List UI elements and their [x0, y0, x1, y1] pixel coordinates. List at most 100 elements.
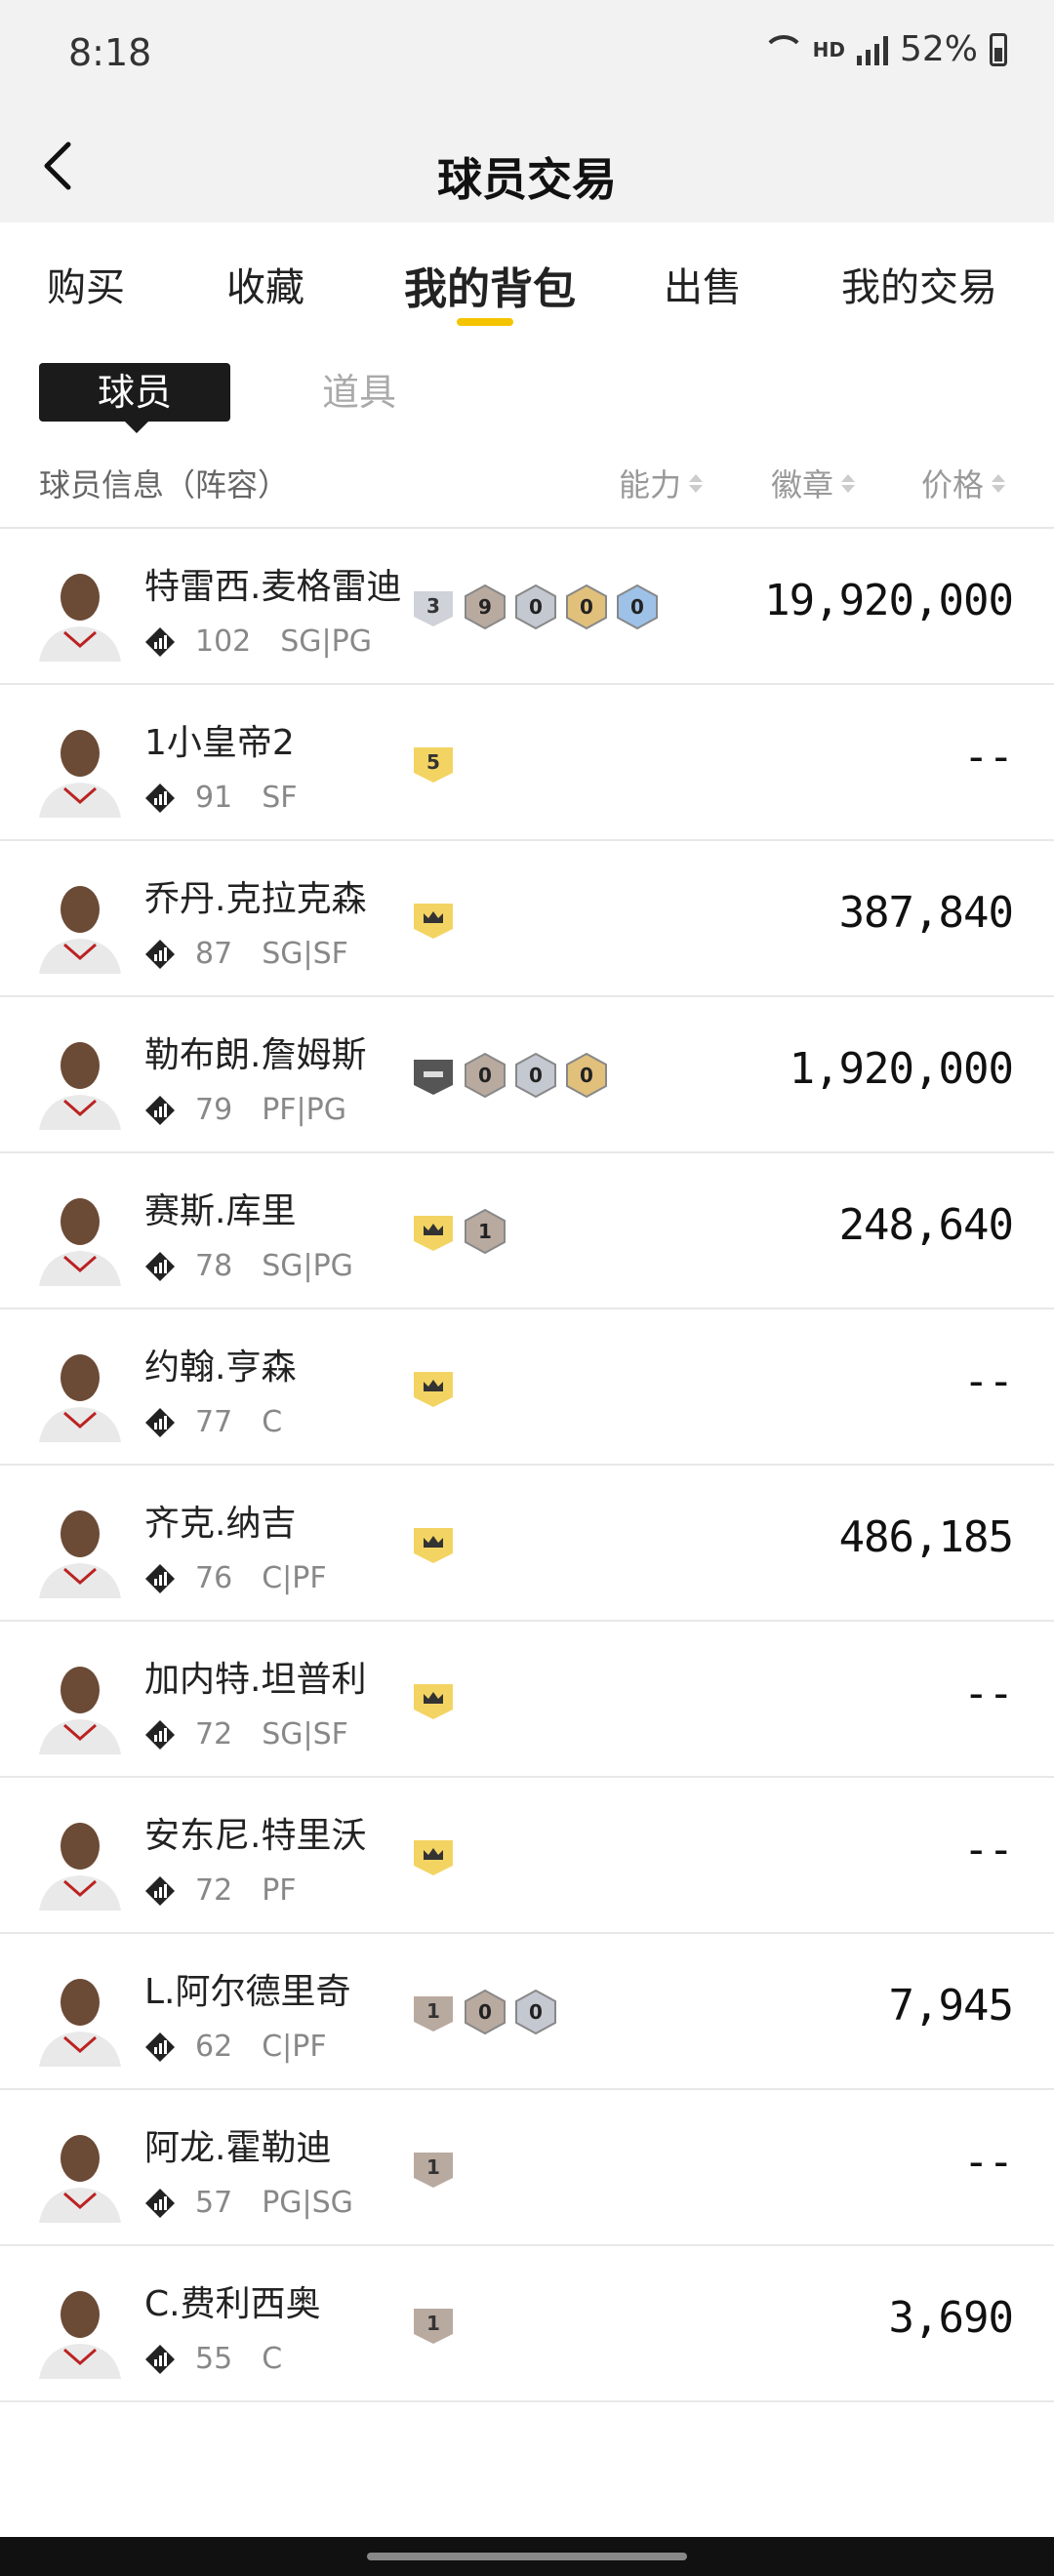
player-rating: 55 [195, 2342, 233, 2376]
player-position: PF [262, 1873, 297, 1908]
player-row[interactable]: 1小皇帝2 91 SF 5 -- [0, 685, 1054, 841]
badge-count-icon: 0 [463, 1989, 507, 2035]
player-row[interactable]: 赛斯.库里 78 SG|PG 1 248,640 [0, 1153, 1054, 1309]
tier-badge-icon: 1 [410, 2145, 457, 2192]
crown-badge-icon [410, 1676, 457, 1723]
crown-badge-icon [410, 1832, 457, 1879]
segment-players[interactable]: 球员 [39, 363, 230, 433]
player-row[interactable]: 齐克.纳吉 76 C|PF 486,185 [0, 1466, 1054, 1622]
sort-ability[interactable]: 能力 [619, 461, 704, 505]
player-row[interactable]: 特雷西.麦格雷迪 102 SG|PG 3 9 0 0 0 19,920,000 [0, 529, 1054, 685]
player-row[interactable]: L.阿尔德里奇 62 C|PF 1 0 0 7,945 [0, 1934, 1054, 2090]
player-position: PG|SG [262, 2186, 353, 2220]
sort-price[interactable]: 价格 [921, 461, 1006, 505]
player-row[interactable]: 约翰.亨森 77 C -- [0, 1309, 1054, 1466]
badge-count-icon: 0 [564, 1052, 609, 1099]
tier-diamond-icon [144, 1875, 176, 1907]
badge-group: 0 0 0 [410, 1052, 609, 1099]
player-meta: 57 PG|SG [144, 2186, 353, 2220]
player-position: SG|PG [262, 1249, 353, 1283]
player-price: 19,920,000 [764, 576, 1014, 625]
badge-count: 0 [478, 1064, 492, 1087]
badge-count-icon: 0 [564, 584, 609, 630]
player-meta: 72 PF [144, 1873, 297, 1908]
player-name: 约翰.亨森 [144, 1348, 297, 1388]
player-meta: 79 PF|PG [144, 1093, 346, 1127]
player-name: C.费利西奥 [144, 2284, 321, 2324]
nav-bar: 球员交易 [0, 107, 1054, 222]
player-meta: 102 SG|PG [144, 624, 372, 659]
badge-count: 0 [580, 595, 593, 619]
tab-my-bag[interactable]: 我的背包 [404, 254, 576, 316]
header-badge: 徽章 [771, 466, 834, 503]
tab-buy[interactable]: 购买 [47, 256, 125, 312]
player-avatar [35, 720, 125, 818]
tier-diamond-icon [144, 626, 176, 658]
wifi-icon [761, 34, 805, 64]
player-price: -- [963, 1669, 1014, 1718]
player-meta: 62 C|PF [144, 2030, 327, 2064]
tab-sell[interactable]: 出售 [664, 256, 742, 312]
page-title: 球员交易 [437, 153, 617, 206]
player-row[interactable]: 安东尼.特里沃 72 PF -- [0, 1778, 1054, 1934]
player-price: -- [963, 1825, 1014, 1874]
player-row[interactable]: C.费利西奥 55 C 1 3,690 [0, 2246, 1054, 2402]
player-price: 387,840 [838, 888, 1014, 938]
svg-text:1: 1 [426, 2312, 440, 2335]
player-meta: 91 SF [144, 781, 298, 815]
player-meta: 55 C [144, 2342, 282, 2376]
player-price: -- [963, 732, 1014, 782]
tier-diamond-icon [144, 1407, 176, 1438]
badge-group [410, 1832, 457, 1879]
header-info: 球员信息（阵容） [39, 466, 290, 503]
svg-text:3: 3 [426, 594, 440, 618]
player-row[interactable]: 加内特.坦普利 72 SG|SF -- [0, 1622, 1054, 1778]
home-indicator [0, 2537, 1054, 2576]
badge-count-icon: 0 [513, 1052, 558, 1099]
player-name: 阿龙.霍勒迪 [144, 2128, 332, 2168]
player-avatar [35, 1969, 125, 2067]
player-avatar [35, 1032, 125, 1130]
player-name: 特雷西.麦格雷迪 [144, 567, 402, 607]
player-position: SF [262, 781, 298, 815]
tier-diamond-icon [144, 2344, 176, 2375]
badge-group [410, 1364, 457, 1411]
player-position: C|PF [262, 2030, 327, 2064]
active-tab-indicator [457, 318, 513, 326]
tab-favorites[interactable]: 收藏 [226, 256, 304, 312]
player-price: 1,920,000 [789, 1044, 1014, 1094]
player-row[interactable]: 阿龙.霍勒迪 57 PG|SG 1 -- [0, 2090, 1054, 2246]
badge-count: 0 [630, 595, 644, 619]
player-name: 勒布朗.詹姆斯 [144, 1035, 367, 1075]
badge-count: 0 [580, 1064, 593, 1087]
player-rating: 77 [195, 1405, 233, 1439]
player-rating: 57 [195, 2186, 233, 2220]
tier-diamond-icon [144, 2188, 176, 2219]
player-rating: 62 [195, 2030, 233, 2064]
player-avatar [35, 2281, 125, 2379]
minus-badge-icon [410, 1052, 457, 1099]
badge-group: 1 [410, 2301, 457, 2348]
badge-count: 1 [478, 1220, 492, 1243]
sort-badge[interactable]: 徽章 [771, 461, 856, 505]
tier-badge-icon: 1 [410, 2301, 457, 2348]
player-row[interactable]: 勒布朗.詹姆斯 79 PF|PG 0 0 0 1,920,000 [0, 997, 1054, 1153]
player-price: -- [963, 1356, 1014, 1406]
crown-badge-icon [410, 896, 457, 943]
player-meta: 76 C|PF [144, 1561, 327, 1595]
sort-icon [992, 473, 1006, 493]
badge-group: 1 0 0 [410, 1989, 558, 2035]
player-position: SG|PG [280, 624, 373, 659]
player-row[interactable]: 乔丹.克拉克森 87 SG|SF 387,840 [0, 841, 1054, 997]
badge-count-icon: 0 [615, 584, 660, 630]
badge-group: 5 [410, 740, 457, 786]
badge-group: 1 [410, 1208, 507, 1255]
network-label: HD [812, 37, 845, 61]
tab-my-trades[interactable]: 我的交易 [841, 256, 997, 312]
segment-items[interactable]: 道具 [322, 363, 429, 422]
player-meta: 87 SG|SF [144, 937, 348, 971]
status-bar: 8:18 HD 52% [0, 0, 1054, 107]
badge-count-icon: 0 [463, 1052, 507, 1099]
tier-diamond-icon [144, 1095, 176, 1126]
player-list: 特雷西.麦格雷迪 102 SG|PG 3 9 0 0 0 19,920,000 1小皇帝2 91 SF… [0, 529, 1054, 2402]
